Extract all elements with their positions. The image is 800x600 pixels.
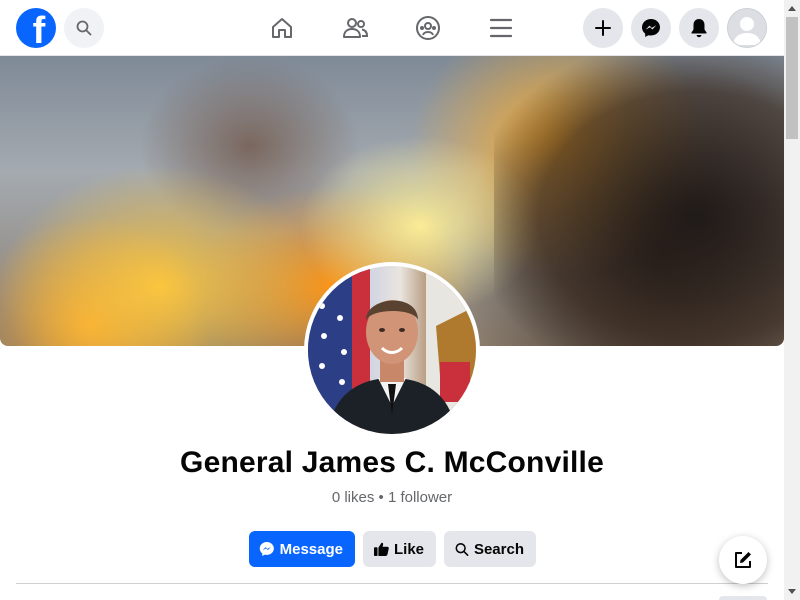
nav-right-actions (583, 8, 767, 48)
cover-smoke (494, 56, 784, 346)
facebook-logo-letter: f (32, 10, 46, 48)
friends-icon (343, 18, 368, 38)
search-button[interactable] (64, 8, 104, 48)
page-title: General James C. McConville (180, 446, 604, 479)
profile-stats[interactable]: 0 likes • 1 follower (0, 489, 784, 506)
like-button-label: Like (393, 540, 424, 558)
scrollbar-thumb[interactable] (786, 17, 798, 139)
facebook-logo[interactable]: f (16, 8, 56, 48)
tab-friends[interactable] (335, 8, 375, 48)
menu-icon (490, 18, 512, 38)
top-navigation-bar: f (0, 0, 784, 56)
home-icon (272, 18, 292, 38)
message-button[interactable]: Message (249, 531, 355, 567)
like-button[interactable]: Like (363, 531, 436, 567)
account-avatar[interactable] (727, 8, 767, 48)
portrait-image (308, 266, 476, 434)
profile-search-button[interactable]: Search (444, 531, 536, 567)
bottom-peek-element (719, 596, 767, 600)
compose-icon (735, 552, 751, 568)
tab-groups[interactable] (408, 8, 448, 48)
tab-menu[interactable] (481, 8, 521, 48)
section-divider (16, 583, 768, 584)
messenger-button[interactable] (631, 8, 671, 48)
bell-icon (691, 19, 707, 38)
main-nav-tabs (262, 8, 554, 48)
messenger-icon (259, 541, 274, 557)
profile-photo (308, 266, 476, 434)
scroll-down-arrow-icon[interactable] (784, 584, 800, 600)
notifications-button[interactable] (679, 8, 719, 48)
create-button[interactable] (583, 8, 623, 48)
search-icon (76, 20, 92, 36)
message-button-label: Message (279, 540, 343, 558)
search-icon (455, 542, 469, 556)
tab-home[interactable] (262, 8, 302, 48)
thumbs-up-icon (374, 542, 389, 557)
plus-icon (595, 20, 611, 36)
messenger-icon (642, 19, 660, 37)
profile-actions: Message Like Search (249, 531, 544, 567)
scroll-up-arrow-icon[interactable] (784, 0, 800, 16)
profile-picture[interactable] (304, 262, 480, 438)
page-scrollbar[interactable] (784, 0, 800, 600)
avatar (733, 17, 761, 45)
new-message-button[interactable] (719, 536, 767, 584)
groups-icon (416, 16, 440, 40)
search-button-label: Search (473, 540, 524, 558)
